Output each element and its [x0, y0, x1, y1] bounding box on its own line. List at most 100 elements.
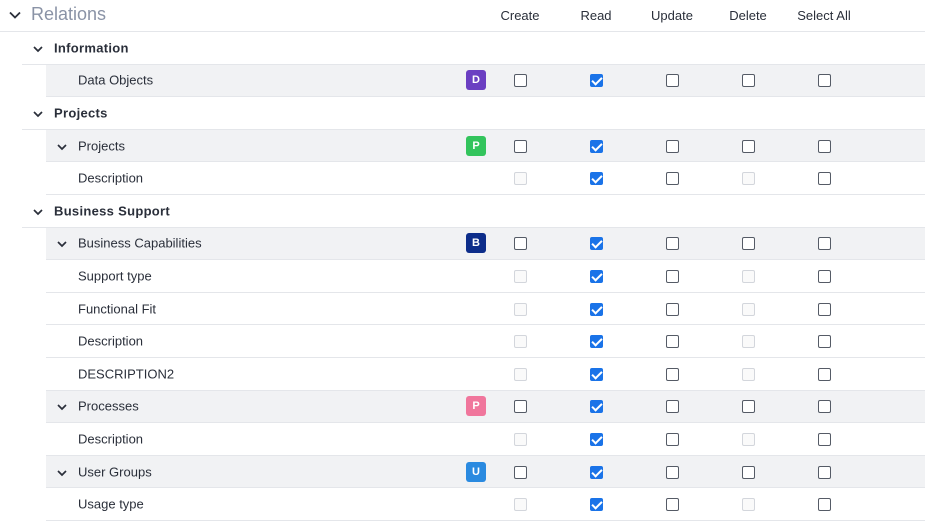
column-header-delete: Delete [729, 8, 767, 23]
create-checkbox[interactable] [514, 465, 527, 479]
update-checkbox[interactable] [666, 335, 679, 349]
field-label: Description [78, 170, 144, 186]
field-label: Description [78, 333, 144, 349]
chevron-down-icon[interactable] [56, 466, 68, 478]
fact-sheet-label: Processes [78, 398, 139, 414]
create-checkbox [514, 302, 527, 316]
select-all-checkbox[interactable] [818, 432, 831, 446]
group-row: Information [22, 32, 925, 65]
chevron-down-icon[interactable] [8, 8, 22, 27]
field-label: Functional Fit [78, 301, 157, 317]
chevron-down-icon[interactable] [32, 205, 44, 217]
fact-sheet-label: Projects [78, 138, 125, 154]
update-checkbox[interactable] [666, 432, 679, 446]
chevron-down-icon[interactable] [56, 400, 68, 412]
read-checkbox[interactable] [590, 400, 603, 414]
select-all-checkbox[interactable] [818, 335, 831, 349]
read-checkbox[interactable] [590, 172, 603, 186]
delete-checkbox[interactable] [742, 465, 755, 479]
create-checkbox [514, 335, 527, 349]
field-row: Usage type [46, 488, 925, 521]
read-checkbox[interactable] [590, 465, 603, 479]
select-all-checkbox[interactable] [818, 139, 831, 153]
update-checkbox[interactable] [666, 139, 679, 153]
fact-sheet-label: Business Capabilities [78, 235, 202, 251]
update-checkbox[interactable] [666, 74, 679, 88]
select-all-checkbox[interactable] [818, 400, 831, 414]
column-header-select-all[interactable]: Select All [797, 8, 850, 23]
fact-sheet-row: Data Objects D [46, 64, 925, 98]
read-checkbox[interactable] [590, 302, 603, 316]
update-checkbox[interactable] [666, 172, 679, 186]
type-badge: B [466, 233, 486, 254]
delete-checkbox [742, 172, 755, 186]
field-row: Description [46, 325, 925, 358]
read-checkbox[interactable] [590, 367, 603, 381]
select-all-checkbox[interactable] [818, 269, 831, 283]
read-checkbox[interactable] [590, 139, 603, 153]
chevron-down-icon[interactable] [32, 107, 44, 119]
type-badge: U [466, 461, 486, 482]
create-checkbox[interactable] [514, 400, 527, 414]
update-checkbox[interactable] [666, 400, 679, 414]
select-all-checkbox[interactable] [818, 74, 831, 88]
select-all-checkbox[interactable] [818, 172, 831, 186]
read-checkbox[interactable] [590, 498, 603, 512]
update-checkbox[interactable] [666, 237, 679, 251]
create-checkbox [514, 269, 527, 283]
update-checkbox[interactable] [666, 498, 679, 512]
type-badge: P [466, 135, 486, 156]
delete-checkbox [742, 432, 755, 446]
field-label: Description [78, 431, 144, 447]
field-row: Description [46, 423, 925, 456]
select-all-checkbox[interactable] [818, 237, 831, 251]
group-row: Business Support [22, 195, 925, 228]
delete-checkbox[interactable] [742, 74, 755, 88]
read-checkbox[interactable] [590, 237, 603, 251]
fact-sheet-label: Data Objects [78, 72, 154, 88]
delete-checkbox [742, 302, 755, 316]
field-row: Support type [46, 260, 925, 293]
read-checkbox[interactable] [590, 74, 603, 88]
update-checkbox[interactable] [666, 367, 679, 381]
section-title: Relations [31, 4, 107, 24]
create-checkbox [514, 172, 527, 186]
delete-checkbox[interactable] [742, 237, 755, 251]
create-checkbox[interactable] [514, 139, 527, 153]
column-header-update: Update [651, 8, 693, 23]
read-checkbox[interactable] [590, 335, 603, 349]
delete-checkbox [742, 335, 755, 349]
group-row: Projects [22, 97, 925, 130]
group-label: Information [54, 40, 129, 56]
update-checkbox[interactable] [666, 302, 679, 316]
delete-checkbox[interactable] [742, 139, 755, 153]
fact-sheet-label: User Groups [78, 464, 152, 480]
create-checkbox[interactable] [514, 74, 527, 88]
read-checkbox[interactable] [590, 432, 603, 446]
create-checkbox [514, 498, 527, 512]
relations-header: Relations Create Read Update Delete Sele… [0, 0, 925, 32]
select-all-checkbox[interactable] [818, 302, 831, 316]
select-all-checkbox[interactable] [818, 465, 831, 479]
chevron-down-icon[interactable] [56, 140, 68, 152]
update-checkbox[interactable] [666, 269, 679, 283]
fact-sheet-row: User Groups U [46, 455, 925, 489]
delete-checkbox[interactable] [742, 400, 755, 414]
delete-checkbox [742, 367, 755, 381]
column-header-read: Read [580, 8, 612, 23]
chevron-down-icon[interactable] [32, 42, 44, 54]
select-all-checkbox[interactable] [818, 367, 831, 381]
select-all-checkbox[interactable] [818, 498, 831, 512]
read-checkbox[interactable] [590, 269, 603, 283]
create-checkbox[interactable] [514, 237, 527, 251]
fact-sheet-row: Processes P [46, 390, 925, 424]
column-header-create: Create [500, 8, 540, 23]
fact-sheet-row: Business Capabilities B [46, 227, 925, 261]
fact-sheet-row: Projects P [46, 129, 925, 163]
field-label: DESCRIPTION2 [78, 366, 175, 382]
update-checkbox[interactable] [666, 465, 679, 479]
type-badge: P [466, 396, 486, 417]
chevron-down-icon[interactable] [56, 237, 68, 249]
field-row: DESCRIPTION2 [46, 358, 925, 391]
field-label: Support type [78, 268, 152, 284]
